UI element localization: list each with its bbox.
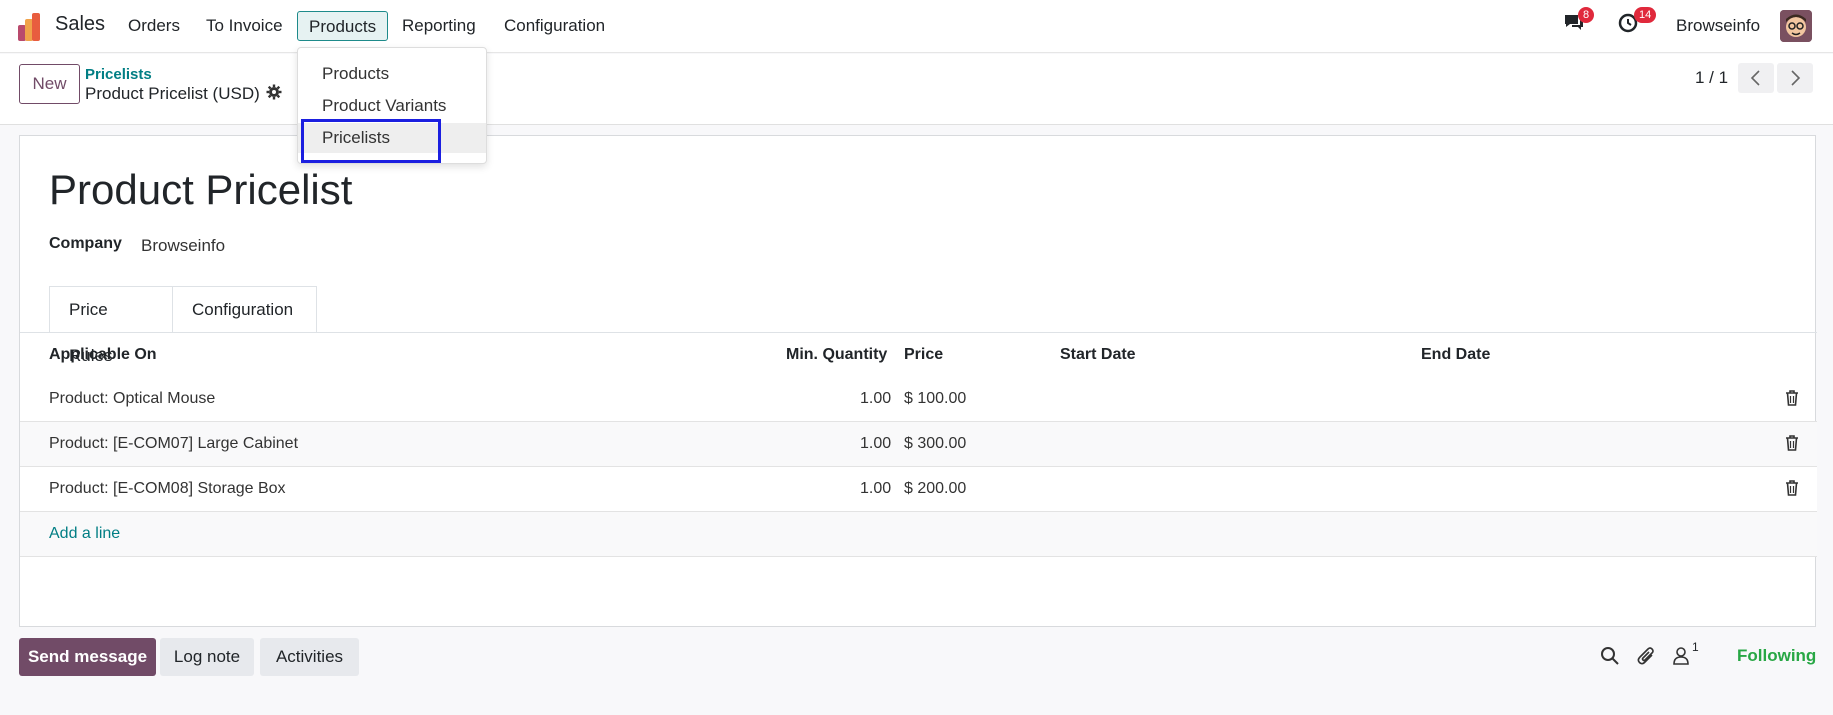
cell-applicable-on: Product: Optical Mouse: [49, 390, 216, 407]
log-note-button[interactable]: Log note: [160, 638, 254, 676]
form-sheet: Product Pricelist Company Browseinfo Pri…: [19, 135, 1817, 627]
avatar[interactable]: [1780, 10, 1812, 42]
col-start-date[interactable]: Start Date: [1060, 346, 1136, 364]
messages-badge: 8: [1578, 7, 1595, 23]
col-applicable-on[interactable]: Applicable On: [49, 346, 157, 364]
menu-configuration[interactable]: Configuration: [493, 11, 616, 41]
user-icon: [1673, 647, 1689, 665]
activities-button[interactable]: Activities: [260, 638, 359, 676]
page-title[interactable]: Product Pricelist: [49, 166, 352, 214]
paperclip-icon[interactable]: [1637, 646, 1657, 671]
add-line-row: Add a line: [20, 512, 1817, 557]
following-button[interactable]: Following: [1737, 646, 1816, 666]
table-row[interactable]: Product: [E-COM07] Large Cabinet 1.00 $ …: [20, 422, 1817, 467]
chevron-left-icon: [1750, 70, 1760, 86]
menu-item-products[interactable]: Products: [298, 59, 486, 89]
menu-orders[interactable]: Orders: [117, 11, 191, 41]
table-row[interactable]: Product: [E-COM08] Storage Box 1.00 $ 20…: [20, 467, 1817, 512]
highlight-annotation-box: [301, 119, 441, 163]
trash-icon[interactable]: [1785, 435, 1799, 456]
activities-button[interactable]: 14: [1616, 7, 1657, 39]
trash-icon[interactable]: [1785, 390, 1799, 411]
tab-price-rules[interactable]: Price Rules: [49, 286, 173, 365]
col-min-quantity[interactable]: Min. Quantity: [786, 346, 887, 364]
activities-badge: 14: [1634, 7, 1657, 23]
sales-app-icon[interactable]: [18, 13, 46, 41]
menu-products[interactable]: Products: [297, 11, 389, 41]
messages-button[interactable]: 8: [1562, 7, 1595, 39]
table-header: Applicable On Min. Quantity Price Start …: [20, 332, 1817, 377]
menu-item-product-variants[interactable]: Product Variants: [298, 91, 486, 121]
breadcrumb-pricelists[interactable]: Pricelists: [85, 66, 152, 83]
followers-button[interactable]: 1: [1672, 640, 1699, 671]
company-field[interactable]: Browseinfo: [141, 236, 225, 256]
trash-icon[interactable]: [1785, 480, 1799, 501]
menu-reporting[interactable]: Reporting: [391, 11, 487, 41]
cell-price: $ 100.00: [904, 390, 967, 407]
followers-count: 1: [1692, 640, 1699, 654]
pager-next-button[interactable]: [1777, 63, 1813, 93]
cell-applicable-on: Product: [E-COM08] Storage Box: [49, 480, 286, 497]
search-icon[interactable]: [1600, 646, 1620, 671]
app-name[interactable]: Sales: [55, 13, 105, 36]
pager-previous-button[interactable]: [1738, 63, 1774, 93]
menu-to-invoice[interactable]: To Invoice: [195, 11, 294, 41]
gear-icon[interactable]: [266, 84, 282, 105]
pager-value[interactable]: 1 / 1: [1695, 68, 1728, 88]
cell-min-quantity: 1.00: [860, 390, 892, 407]
company-label: Company: [49, 235, 122, 252]
user-menu[interactable]: Browseinfo: [1676, 16, 1760, 36]
add-line-link[interactable]: Add a line: [49, 525, 120, 543]
cell-applicable-on: Product: [E-COM07] Large Cabinet: [49, 435, 299, 452]
table-row[interactable]: Product: Optical Mouse 1.00 $ 100.00: [20, 377, 1817, 422]
control-panel: New Pricelists Product Pricelist (USD) 1…: [0, 54, 1833, 125]
cell-min-quantity: 1.00: [860, 480, 892, 497]
cell-min-quantity: 1.00: [860, 435, 892, 452]
col-end-date[interactable]: End Date: [1421, 346, 1490, 364]
chevron-right-icon: [1791, 70, 1801, 86]
new-button[interactable]: New: [19, 64, 80, 104]
cell-price: $ 300.00: [904, 435, 967, 452]
record-name: Product Pricelist (USD): [85, 84, 260, 103]
top-navbar: Sales Orders To Invoice Products Reporti…: [0, 0, 1833, 53]
col-price[interactable]: Price: [904, 346, 943, 364]
cell-price: $ 200.00: [904, 480, 967, 497]
send-message-button[interactable]: Send message: [19, 638, 156, 676]
tab-configuration[interactable]: Configuration: [172, 286, 317, 333]
